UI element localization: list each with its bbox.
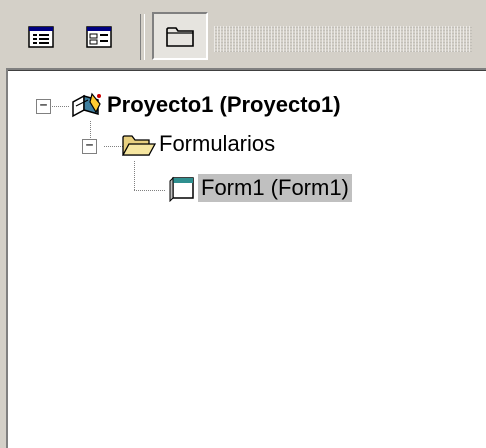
open-folder-icon [121, 135, 156, 156]
tree-connector [134, 190, 166, 191]
folder-label: Formularios [159, 131, 276, 156]
project-icon [72, 92, 101, 118]
project-tree-panel[interactable]: − Proyecto1 (Proyecto1) − Formularios Fo… [6, 68, 486, 448]
toggle-folders-icon [166, 27, 194, 47]
view-code-icon [28, 26, 54, 48]
form-label: Form1 (Form1) [198, 174, 352, 202]
tree-connector [134, 160, 135, 190]
project-collapse-toggle[interactable]: − [36, 99, 51, 114]
project-explorer-toolbar [0, 0, 486, 68]
tree-connector [52, 106, 70, 107]
toolbar-separator [140, 14, 145, 60]
toolbar-grip [214, 26, 472, 52]
tree-node-project[interactable]: Proyecto1 (Proyecto1) [70, 90, 344, 120]
project-label: Proyecto1 (Proyecto1) [107, 92, 341, 117]
toggle-folders-button[interactable] [152, 12, 208, 60]
form-icon [169, 176, 194, 202]
tree-node-form1[interactable]: Form1 (Form1) [168, 174, 352, 202]
view-code-button[interactable] [20, 16, 62, 58]
view-object-button[interactable] [78, 16, 120, 58]
view-object-icon [86, 26, 112, 48]
tree-node-formularios[interactable]: Formularios [120, 130, 278, 158]
folder-collapse-toggle[interactable]: − [82, 139, 97, 154]
